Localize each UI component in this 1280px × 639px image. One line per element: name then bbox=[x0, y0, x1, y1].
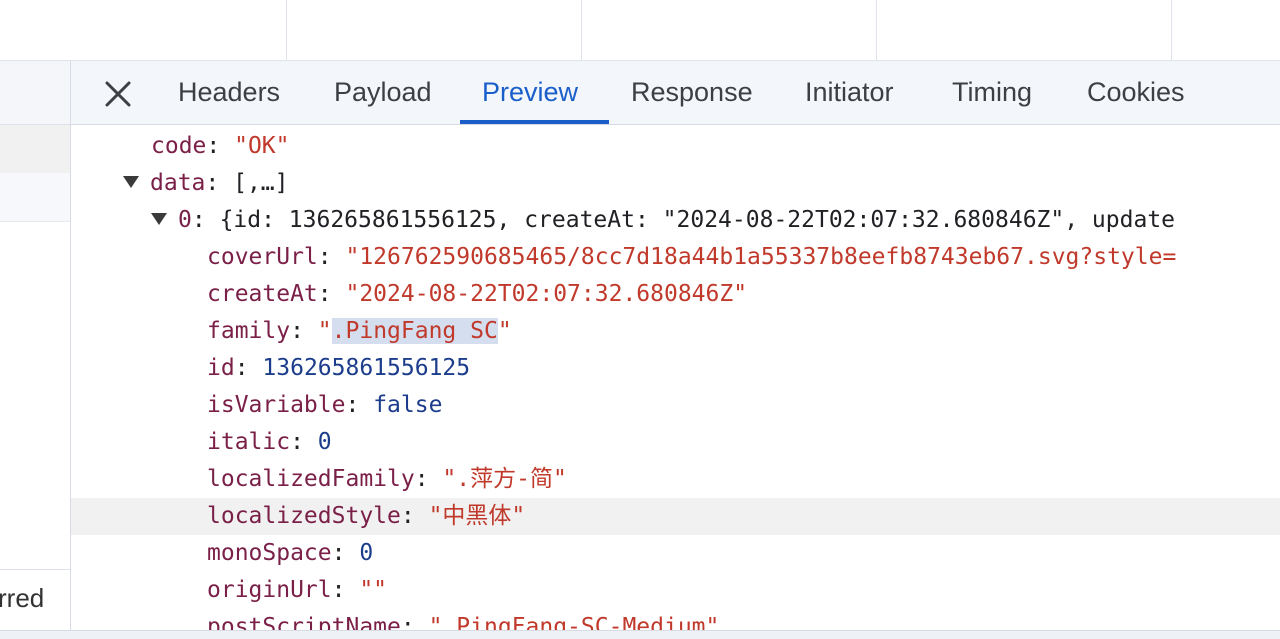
tab-payload[interactable]: Payload bbox=[334, 61, 432, 124]
json-line-italic: italic: 0 bbox=[207, 429, 332, 455]
json-string-quote: " bbox=[317, 318, 332, 344]
json-string-value: ".萍方-简" bbox=[442, 466, 567, 492]
tab-initiator[interactable]: Initiator bbox=[805, 61, 894, 124]
top-strip bbox=[0, 0, 1280, 61]
json-line-data[interactable]: data: [,…] bbox=[71, 165, 1280, 202]
json-key: italic bbox=[207, 429, 291, 455]
json-key: id bbox=[207, 355, 235, 381]
json-key: data bbox=[150, 170, 206, 196]
tab-cookies[interactable]: Cookies bbox=[1087, 61, 1185, 124]
json-line-originUrl: originUrl: "" bbox=[207, 577, 388, 603]
json-key: coverUrl bbox=[207, 244, 318, 270]
selected-text[interactable]: .PingFang SC bbox=[331, 318, 498, 344]
preview-pane: code: "OK" data: [,…] 0: {id: 1362658615… bbox=[71, 125, 1280, 630]
json-key: 0 bbox=[178, 207, 192, 233]
column-divider bbox=[876, 0, 877, 60]
json-line-isVariable: isVariable: false bbox=[207, 392, 443, 418]
json-key: code bbox=[151, 133, 207, 159]
json-key: localizedFamily bbox=[207, 466, 415, 492]
request-row-selected[interactable] bbox=[0, 125, 70, 173]
json-summary: {id: 136265861556125, createAt: "2024-08… bbox=[219, 207, 1176, 233]
json-number-value: 136265861556125 bbox=[262, 355, 471, 381]
json-string-value: ".PingFang-SC-Medium" bbox=[428, 614, 720, 630]
json-line-coverUrl: coverUrl: "126762590685465/8cc7d18a44b1a… bbox=[207, 244, 1177, 270]
request-list-panel: rred bbox=[0, 61, 71, 638]
json-line-monoSpace: monoSpace: 0 bbox=[207, 540, 374, 566]
json-key: createAt bbox=[207, 281, 318, 307]
json-key: isVariable bbox=[207, 392, 346, 418]
json-key: localizedStyle bbox=[207, 503, 401, 529]
column-divider bbox=[286, 0, 287, 60]
column-divider bbox=[581, 0, 582, 60]
json-string-value: "" bbox=[359, 577, 388, 603]
tab-preview[interactable]: Preview bbox=[482, 61, 578, 124]
close-icon[interactable] bbox=[103, 79, 133, 109]
divider bbox=[0, 569, 70, 570]
json-line-postScriptName: postScriptName: ".PingFang-SC-Medium" bbox=[71, 609, 1280, 630]
json-key: originUrl bbox=[207, 577, 332, 603]
triangle-down-icon[interactable] bbox=[151, 212, 167, 225]
triangle-down-icon[interactable] bbox=[123, 175, 139, 188]
tab-response[interactable]: Response bbox=[631, 61, 753, 124]
json-line-item-0[interactable]: 0: {id: 136265861556125, createAt: "2024… bbox=[71, 202, 1280, 239]
json-number-value: 0 bbox=[317, 429, 332, 455]
json-boolean-value: false bbox=[373, 392, 443, 418]
json-line-id: id: 136265861556125 bbox=[207, 355, 471, 381]
status-text: rred bbox=[0, 583, 45, 613]
json-string-value: "126762590685465/8cc7d18a44b1a55337b8eef… bbox=[345, 244, 1177, 270]
json-summary: [,…] bbox=[233, 170, 289, 196]
request-list-header bbox=[0, 61, 70, 125]
json-key: monoSpace bbox=[207, 540, 332, 566]
json-key: postScriptName bbox=[207, 614, 401, 630]
json-key: family bbox=[207, 318, 291, 344]
json-string-value: "OK" bbox=[234, 133, 290, 159]
active-tab-indicator bbox=[460, 120, 609, 124]
tab-headers[interactable]: Headers bbox=[178, 61, 280, 124]
json-string-quote: " bbox=[497, 318, 512, 344]
json-string-value: "2024-08-22T02:07:32.680846Z" bbox=[345, 281, 748, 307]
json-line-createAt: createAt: "2024-08-22T02:07:32.680846Z" bbox=[207, 281, 748, 307]
json-string-value: "中黑体" bbox=[428, 503, 526, 529]
request-row[interactable] bbox=[0, 173, 70, 222]
column-divider bbox=[1171, 0, 1172, 60]
json-line-localizedStyle: localizedStyle: "中黑体" bbox=[71, 498, 1280, 535]
tab-timing[interactable]: Timing bbox=[952, 61, 1032, 124]
detail-tab-bar: Headers Payload Preview Response Initiat… bbox=[71, 61, 1280, 125]
json-line-family: family: ".PingFang SC" bbox=[207, 318, 512, 344]
json-line-code: code: "OK" bbox=[151, 133, 290, 159]
json-line-localizedFamily: localizedFamily: ".萍方-简" bbox=[207, 466, 567, 492]
json-number-value: 0 bbox=[359, 540, 374, 566]
